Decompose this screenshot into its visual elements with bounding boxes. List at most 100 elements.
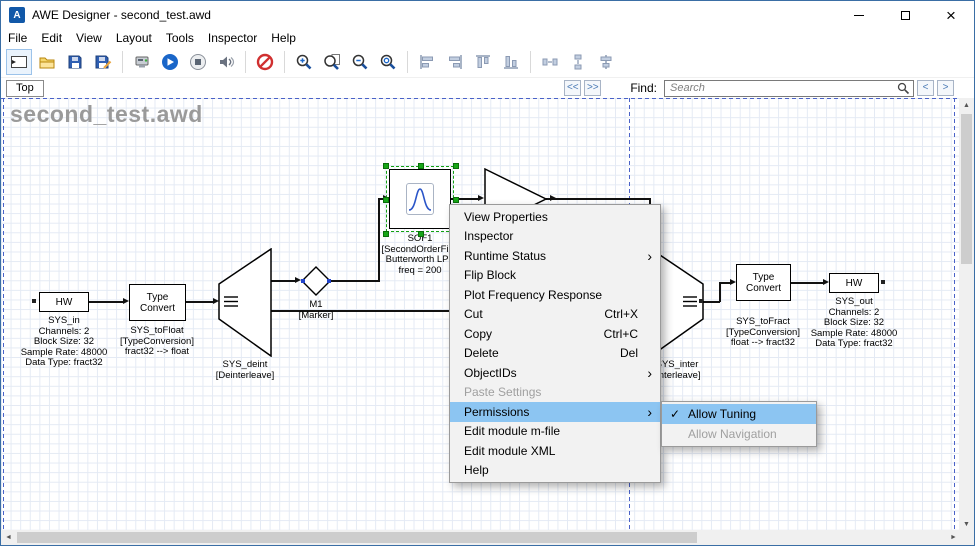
block-sys-tofract[interactable]: Type Convert <box>736 264 791 301</box>
search-box <box>664 80 914 97</box>
new-design-icon <box>10 53 28 71</box>
menu-view[interactable]: View <box>69 30 109 46</box>
audio-io-config-button[interactable] <box>213 49 239 75</box>
selection-handle[interactable] <box>453 163 459 169</box>
vertical-scroll-thumb[interactable] <box>961 114 972 264</box>
block-name: SYS_deint <box>190 360 300 371</box>
block-sof1[interactable] <box>389 169 451 229</box>
selection-handle[interactable] <box>383 163 389 169</box>
find-next-button[interactable]: > <box>937 80 954 96</box>
navigate-forward-button[interactable]: >> <box>584 80 601 96</box>
search-input[interactable] <box>664 80 914 97</box>
menu-tools[interactable]: Tools <box>159 30 201 46</box>
zoom-normal-button[interactable] <box>319 49 345 75</box>
block-m1-marker[interactable] <box>301 266 331 296</box>
menu-item-label: ObjectIDs <box>464 366 517 380</box>
menu-layout[interactable]: Layout <box>109 30 159 46</box>
vertical-scrollbar[interactable]: ▲ ▼ <box>959 98 974 532</box>
distribute-horizontal-button[interactable] <box>537 49 563 75</box>
propagate-changes-button[interactable] <box>129 49 155 75</box>
menu-item-objectids[interactable]: ObjectIDs <box>450 363 660 383</box>
menu-item-inspector[interactable]: Inspector <box>450 227 660 247</box>
zoom-out-button[interactable] <box>347 49 373 75</box>
canvas-title: second_test.awd <box>10 101 203 128</box>
align-left-button[interactable] <box>414 49 440 75</box>
submenu-item-allow-navigation: Allow Navigation <box>662 424 816 444</box>
align-right-button[interactable] <box>442 49 468 75</box>
block-name: SYS_toFloat <box>102 326 212 337</box>
design-canvas[interactable]: second_test.awd HW SYS_in Channels: 2 Bl… <box>1 98 961 532</box>
new-design-button[interactable] <box>6 49 32 75</box>
wire-segment <box>719 282 730 284</box>
menu-item-permissions[interactable]: Permissions <box>450 402 660 422</box>
block-sys-out[interactable]: HW <box>829 273 879 293</box>
tab-top[interactable]: Top <box>6 80 44 97</box>
marker-output-pin <box>327 279 331 283</box>
menu-item-edit-module-m-file[interactable]: Edit module m-file <box>450 422 660 442</box>
menu-item-cut[interactable]: CutCtrl+X <box>450 305 660 325</box>
stop-audio-button[interactable] <box>185 49 211 75</box>
menu-item-label: Plot Frequency Response <box>464 288 602 302</box>
submenu-item-allow-tuning[interactable]: Allow Tuning <box>662 404 816 424</box>
menu-item-copy[interactable]: CopyCtrl+C <box>450 324 660 344</box>
build-and-run-button[interactable] <box>157 49 183 75</box>
menu-item-plot-frequency-response[interactable]: Plot Frequency Response <box>450 285 660 305</box>
block-label-sys-deint: SYS_deint [Deinterleave] <box>190 360 300 381</box>
maximize-button[interactable] <box>882 1 928 29</box>
menu-item-help[interactable]: Help <box>450 461 660 481</box>
menu-item-label: Cut <box>464 307 483 321</box>
close-button[interactable] <box>928 1 974 29</box>
stop-icon <box>189 53 207 71</box>
halt-target-button[interactable] <box>252 49 278 75</box>
align-top-button[interactable] <box>470 49 496 75</box>
align-bottom-button[interactable] <box>498 49 524 75</box>
selection-handle[interactable] <box>453 197 459 203</box>
save-button[interactable] <box>62 49 88 75</box>
zoom-selection-icon <box>379 53 397 71</box>
block-sys-tofloat[interactable]: Type Convert <box>129 284 186 321</box>
menu-item-runtime-status[interactable]: Runtime Status <box>450 246 660 266</box>
menu-item-paste-settings: Paste Settings <box>450 383 660 403</box>
menu-help[interactable]: Help <box>264 30 303 46</box>
menu-item-view-properties[interactable]: View Properties <box>450 207 660 227</box>
menu-item-label: Inspector <box>464 229 513 243</box>
align-center-button[interactable] <box>593 49 619 75</box>
selection-handle[interactable] <box>383 231 389 237</box>
menu-item-label: Help <box>464 463 489 477</box>
horizontal-scrollbar[interactable]: ◄ ► <box>1 530 961 545</box>
block-sys-in[interactable]: HW <box>39 292 89 312</box>
propagate-changes-icon <box>133 53 151 71</box>
selection-handle[interactable] <box>383 197 389 203</box>
zoom-in-button[interactable] <box>291 49 317 75</box>
distribute-horizontal-icon <box>541 53 559 71</box>
find-previous-button[interactable]: < <box>917 80 934 96</box>
audio-config-icon <box>217 53 235 71</box>
scrollbar-corner <box>959 530 974 545</box>
menu-file[interactable]: File <box>1 30 34 46</box>
scroll-left-button[interactable]: ◄ <box>1 530 16 545</box>
selection-handle[interactable] <box>418 163 424 169</box>
block-title: Type Convert <box>744 272 784 294</box>
wire-segment <box>271 280 295 282</box>
zoom-selection-button[interactable] <box>375 49 401 75</box>
menu-item-edit-module-xml[interactable]: Edit module XML <box>450 441 660 461</box>
menu-edit[interactable]: Edit <box>34 30 69 46</box>
distribute-vertical-button[interactable] <box>565 49 591 75</box>
permissions-submenu: Allow Tuning Allow Navigation <box>661 401 817 447</box>
block-sys-deint[interactable] <box>218 248 272 357</box>
open-button[interactable] <box>34 49 60 75</box>
wire-segment <box>331 280 380 282</box>
search-submit-button[interactable] <box>897 82 912 95</box>
menu-item-delete[interactable]: DeleteDel <box>450 344 660 364</box>
minimize-button[interactable] <box>836 1 882 29</box>
save-as-button[interactable] <box>90 49 116 75</box>
menu-inspector[interactable]: Inspector <box>201 30 264 46</box>
block-detail: [Deinterleave] <box>190 371 300 382</box>
selection-handle[interactable] <box>418 231 424 237</box>
navigate-back-button[interactable]: << <box>564 80 581 96</box>
menu-item-label: View Properties <box>464 210 548 224</box>
horizontal-scroll-thumb[interactable] <box>17 532 697 543</box>
menu-item-flip-block[interactable]: Flip Block <box>450 266 660 286</box>
menu-item-label: Allow Tuning <box>688 407 756 421</box>
scroll-up-button[interactable]: ▲ <box>959 98 974 113</box>
